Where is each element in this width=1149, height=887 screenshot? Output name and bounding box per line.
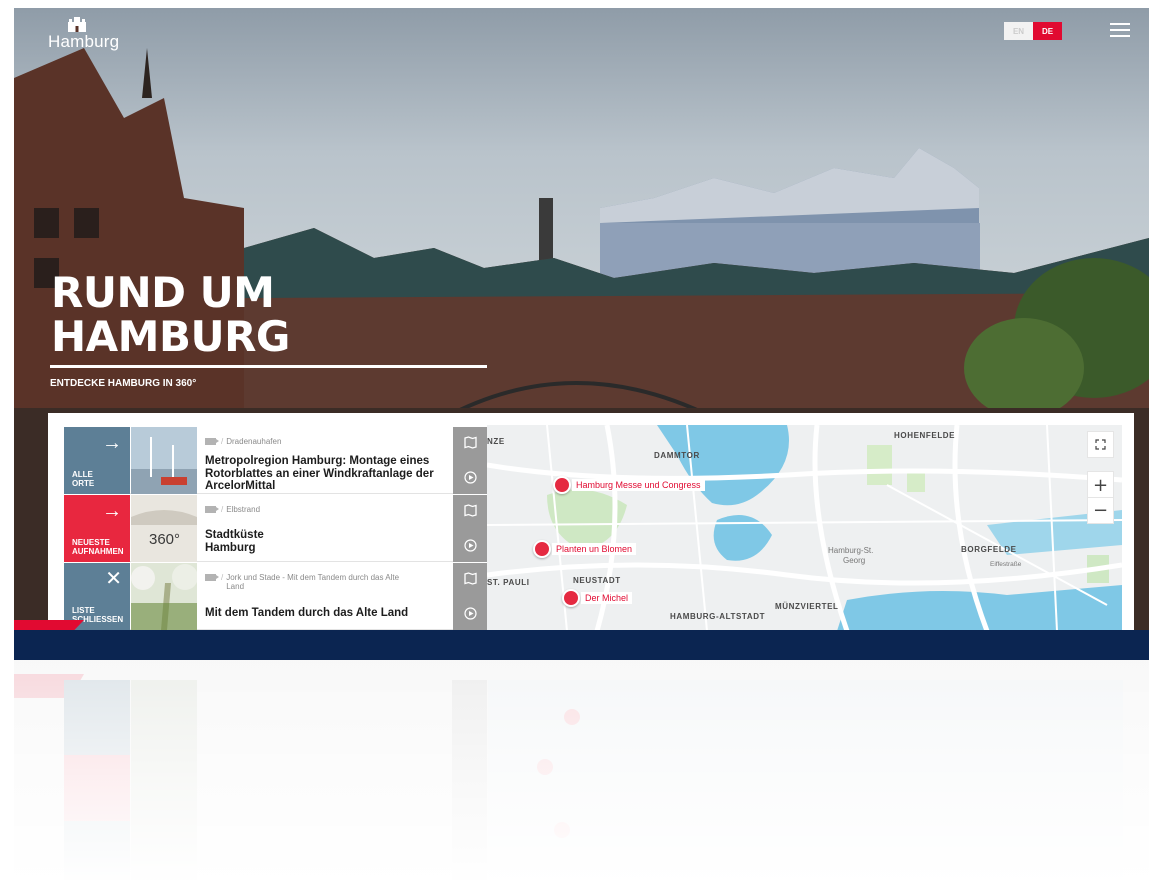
hero-headline: RUND UM HAMBURG bbox=[51, 271, 290, 359]
lang-de-button[interactable]: DE bbox=[1033, 22, 1062, 40]
thumbnail-image[interactable]: 360° bbox=[131, 495, 197, 562]
video-camera-icon bbox=[205, 506, 219, 513]
language-switch: EN DE bbox=[1004, 22, 1062, 40]
arrow-right-icon: → bbox=[102, 432, 122, 454]
reflection-fade bbox=[0, 660, 1149, 887]
map-icon[interactable] bbox=[464, 504, 477, 517]
thumbnail-image[interactable] bbox=[131, 563, 197, 630]
interactive-map[interactable]: NZE DAMMTOR HOHENFELDE NEUSTADT ST. PAUL… bbox=[487, 425, 1122, 631]
headline-line-1: RUND UM bbox=[51, 268, 275, 317]
location-meta: / Dradenauhafen bbox=[205, 437, 450, 446]
street-label: Hamburg-St. bbox=[828, 546, 874, 555]
zoom-in-button[interactable]: + bbox=[1087, 471, 1114, 498]
hero-subline: ENTDECKE HAMBURG IN 360° bbox=[50, 378, 197, 389]
district-label: NZE bbox=[487, 437, 505, 446]
district-label: ST. PAULI bbox=[487, 578, 530, 587]
poi-marker[interactable]: Hamburg Messe und Congress bbox=[553, 476, 705, 494]
location-name: Jork und Stade - Mit dem Tandem durch da… bbox=[226, 573, 400, 591]
map-icon[interactable] bbox=[464, 436, 477, 449]
list-item[interactable]: → NEUESTE AUFNAHMEN 360° / Elbstrand Sta… bbox=[64, 495, 488, 562]
fullscreen-icon bbox=[1095, 439, 1106, 450]
location-panel: → ALLE ORTE / Dradenauhafen Metropolregi… bbox=[48, 413, 1134, 631]
marker-dot[interactable] bbox=[553, 476, 571, 494]
poi-marker[interactable]: Der Michel bbox=[562, 589, 633, 607]
fullscreen-button[interactable] bbox=[1087, 431, 1114, 458]
hamburg-logo[interactable]: Hamburg bbox=[48, 16, 119, 52]
row-actions bbox=[453, 427, 488, 494]
row-actions bbox=[453, 495, 488, 562]
row-actions bbox=[453, 563, 488, 630]
play-icon[interactable] bbox=[464, 539, 477, 552]
footer-navy-band bbox=[14, 630, 1149, 660]
location-list: → ALLE ORTE / Dradenauhafen Metropolregi… bbox=[64, 427, 488, 631]
location-name: Elbstrand bbox=[226, 505, 261, 514]
brand-name: Hamburg bbox=[48, 32, 120, 51]
thumbnail-image[interactable] bbox=[131, 427, 197, 494]
item-title[interactable]: Metropolregion Hamburg: Montage eines Ro… bbox=[205, 455, 445, 493]
poi-marker[interactable]: Planten un Blomen bbox=[533, 540, 637, 558]
close-icon: ✕ bbox=[105, 568, 122, 590]
thumb-360-badge: 360° bbox=[149, 531, 181, 548]
play-icon[interactable] bbox=[464, 607, 477, 620]
street-label: Eiffestraße bbox=[990, 561, 1022, 568]
arrow-right-icon: → bbox=[102, 500, 122, 522]
location-name: Dradenauhafen bbox=[226, 437, 282, 446]
headline-underline bbox=[50, 365, 487, 368]
district-label: BORGFELDE bbox=[961, 545, 1017, 554]
tab-label: NEUESTE AUFNAHMEN bbox=[72, 538, 124, 556]
item-title[interactable]: Mit dem Tandem durch das Alte Land bbox=[205, 607, 445, 620]
lang-en-button[interactable]: EN bbox=[1004, 22, 1033, 40]
map-icon[interactable] bbox=[464, 572, 477, 585]
marker-dot[interactable] bbox=[533, 540, 551, 558]
district-label: DAMMTOR bbox=[654, 451, 700, 460]
district-label: NEUSTADT bbox=[573, 576, 621, 585]
tab-liste-schliessen[interactable]: ✕ LISTE SCHLIESSEN bbox=[64, 563, 130, 630]
location-meta: / Elbstrand bbox=[205, 505, 450, 514]
video-camera-icon bbox=[205, 574, 219, 581]
poi-label[interactable]: Der Michel bbox=[581, 592, 633, 604]
item-title[interactable]: Stadtküste Hamburg bbox=[205, 529, 295, 554]
marker-dot[interactable] bbox=[562, 589, 580, 607]
castle-icon bbox=[68, 17, 86, 32]
location-meta: / Jork und Stade - Mit dem Tandem durch … bbox=[205, 573, 405, 591]
poi-label[interactable]: Hamburg Messe und Congress bbox=[572, 479, 705, 491]
hamburger-menu-icon[interactable] bbox=[1110, 23, 1130, 37]
list-item[interactable]: → ALLE ORTE / Dradenauhafen Metropolregi… bbox=[64, 427, 488, 494]
district-label: HOHENFELDE bbox=[894, 431, 956, 440]
district-label: HAMBURG-ALTSTADT bbox=[670, 612, 766, 621]
tab-alle-orte[interactable]: → ALLE ORTE bbox=[64, 427, 130, 494]
poi-label[interactable]: Planten un Blomen bbox=[552, 543, 637, 555]
district-label: MÜNZVIERTEL bbox=[775, 602, 839, 611]
tab-neueste-aufnahmen[interactable]: → NEUESTE AUFNAHMEN bbox=[64, 495, 130, 562]
video-camera-icon bbox=[205, 438, 219, 445]
tab-label: ALLE ORTE bbox=[72, 470, 95, 488]
street-label: Georg bbox=[843, 556, 866, 565]
headline-line-2: HAMBURG bbox=[51, 312, 290, 361]
play-icon[interactable] bbox=[464, 471, 477, 484]
reflection-effect bbox=[0, 660, 1149, 887]
list-item[interactable]: ✕ LISTE SCHLIESSEN / Jork und Stade - Mi… bbox=[64, 563, 488, 630]
zoom-out-button[interactable]: − bbox=[1087, 497, 1114, 524]
